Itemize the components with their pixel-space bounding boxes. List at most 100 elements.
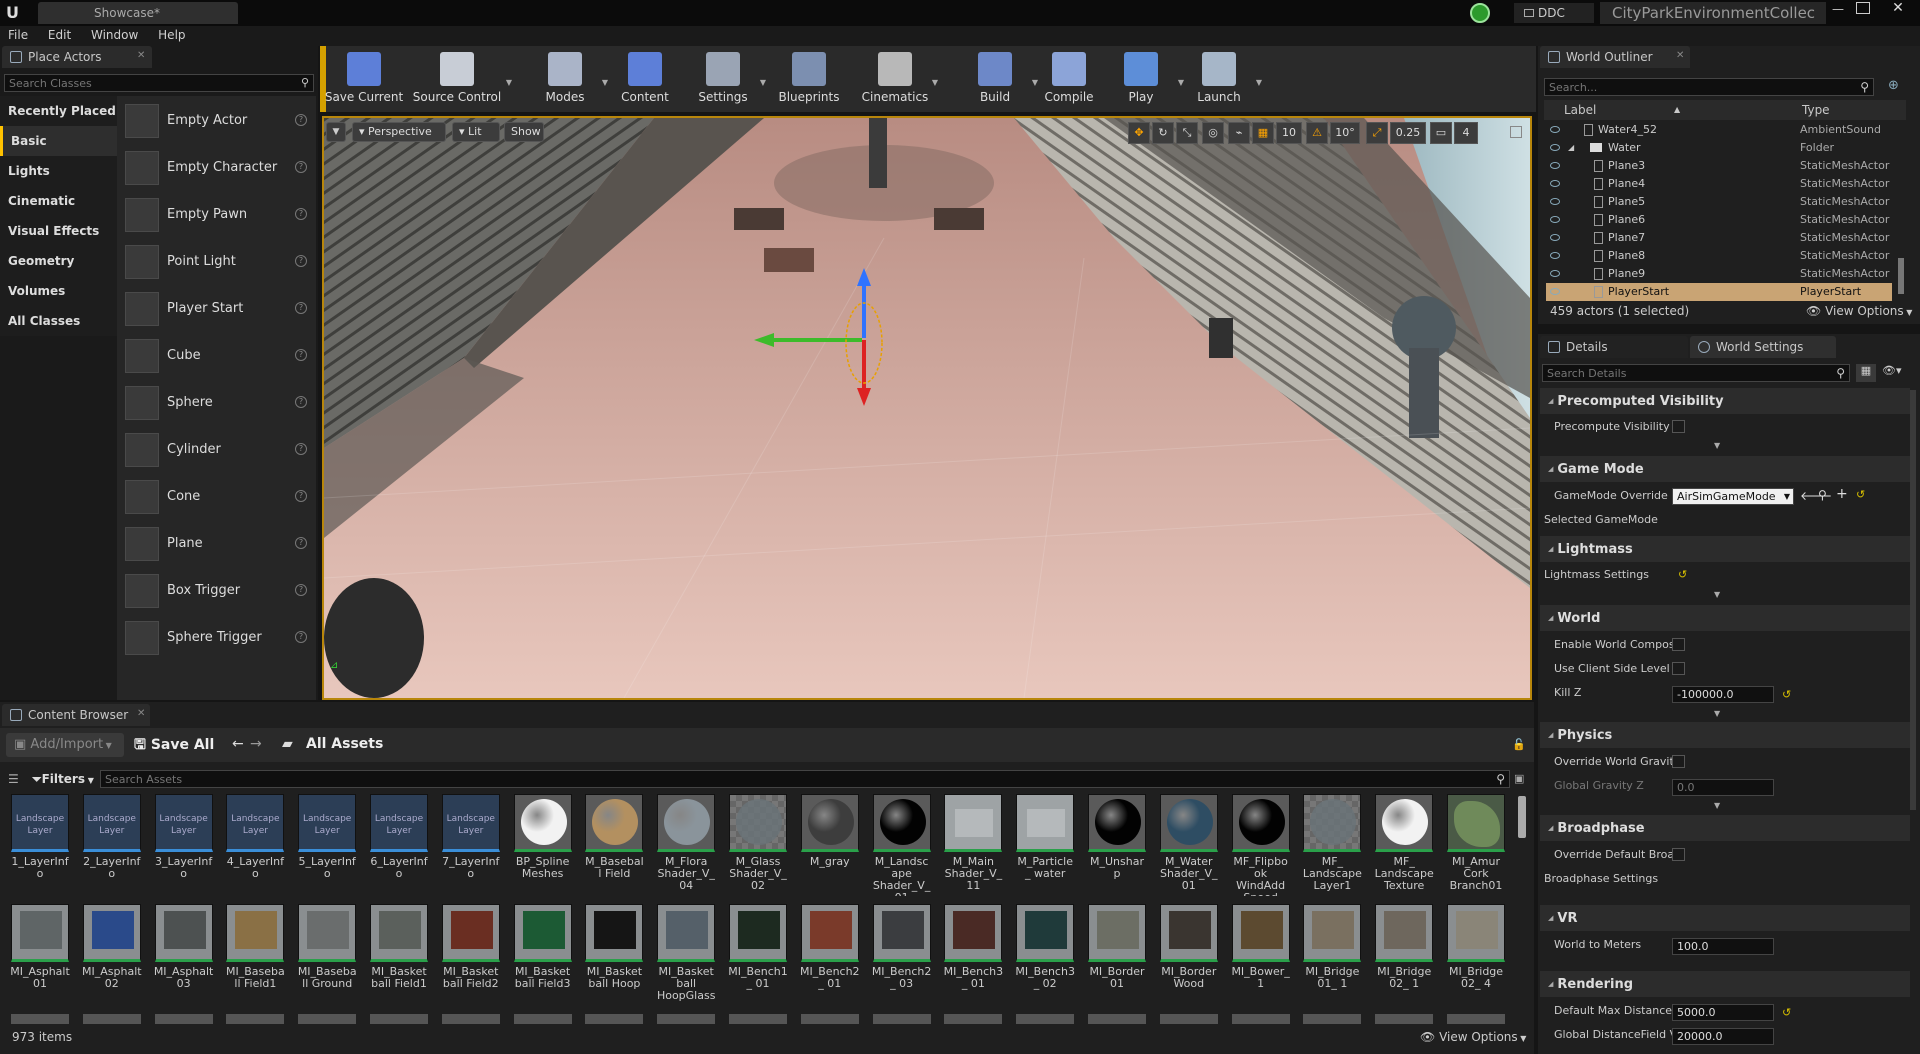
toolbar-cinematics-button[interactable]: Cinematics ▼ [860,48,938,108]
asset-tile-partial[interactable] [585,1014,644,1024]
rotation-snap-value[interactable]: 10° [1330,122,1360,144]
details-eye-icon[interactable]: 👁▾ [1882,364,1906,382]
toolbar-content-button[interactable]: Content [610,48,680,108]
save-all-button[interactable]: 🖫 Save All [134,733,214,757]
asset-tile-partial[interactable] [82,1014,141,1024]
expand-advanced-icon[interactable]: ▼ [1714,590,1720,599]
outliner-row[interactable]: Water4_52 AmbientSound [1546,121,1892,139]
cb-view-options[interactable]: 👁 View Options ▼ [1420,1030,1526,1044]
asset-tile[interactable]: MI_Border Wood [1159,904,1219,1006]
add-icon[interactable]: + [1836,486,1848,502]
asset-tile[interactable]: MI_Bridge01_ 1 [1302,904,1362,1006]
outliner-search[interactable]: ⚲ [1544,78,1874,96]
level-viewport[interactable]: ⊿ [322,116,1532,700]
asset-search-input[interactable] [101,771,1481,787]
camera-speed-value[interactable]: 4 [1454,122,1478,144]
help-icon[interactable]: ? [295,349,307,361]
actor-item[interactable]: Cube? [123,335,311,377]
precompute-visibility-checkbox[interactable] [1672,420,1685,433]
visibility-eye-icon[interactable] [1550,144,1560,151]
tab-world-settings[interactable]: World Settings [1690,336,1836,358]
close-tab-icon[interactable]: ✕ [137,708,145,719]
asset-search[interactable]: ⚲ [100,770,1510,788]
help-icon[interactable]: ? [295,396,307,408]
asset-tile[interactable]: MI_Amur Cork Branch01 [1446,794,1506,896]
reset-to-default-icon[interactable]: ↺ [1678,568,1687,581]
camera-speed-icon[interactable]: ▭ [1430,122,1452,144]
asset-tile[interactable]: MI_Bench1_ 01 [728,904,788,1006]
asset-tile[interactable]: M_Unsharp [1087,794,1147,896]
actor-item[interactable]: Empty Character? [123,147,311,189]
translate-mode-icon[interactable]: ✥ [1128,122,1150,144]
asset-tile-partial[interactable] [729,1014,787,1024]
category-volumes[interactable]: Volumes [0,276,117,306]
toolbar-compile-button[interactable]: Compile [1034,48,1104,108]
asset-tile[interactable]: M_Water Shader_V_01 [1159,794,1219,896]
rotate-mode-icon[interactable]: ↻ [1152,122,1174,144]
details-search-input[interactable] [1543,365,1823,381]
add-import-button[interactable]: ▣ Add/Import ▼ [6,733,124,757]
asset-tile-partial[interactable] [513,1014,572,1024]
outliner-scrollbar[interactable] [1898,258,1904,294]
category-all-classes[interactable]: All Classes [0,306,117,336]
chevron-down-icon[interactable]: ▼ [602,78,608,87]
level-tab[interactable]: Showcase* [38,2,238,24]
section-physics[interactable]: Physics [1540,722,1910,748]
property-matrix-icon[interactable]: ▦ [1856,364,1876,382]
prop-selected-gamemode[interactable]: Selected GameMode [1540,508,1910,532]
outliner-row[interactable]: Plane4 StaticMeshActor [1546,175,1892,193]
visibility-eye-icon[interactable] [1550,198,1560,205]
source-control-status-icon[interactable] [1470,3,1490,23]
asset-tile-partial[interactable] [1447,1014,1505,1024]
help-icon[interactable]: ? [295,161,307,173]
expand-advanced-icon[interactable]: ▼ [1714,441,1720,450]
asset-tile-partial[interactable] [1231,1014,1290,1024]
asset-tile[interactable]: MI_Asphalt02 [82,904,142,1006]
asset-tile[interactable]: MI_Bridge02_ 1 [1374,904,1434,1006]
asset-tile-partial[interactable] [1088,1014,1146,1024]
lock-icon[interactable]: 🔓 [1512,738,1526,751]
section-game-mode[interactable]: Game Mode [1540,456,1910,482]
column-type[interactable]: Type [1802,100,1830,120]
category-cinematic[interactable]: Cinematic [0,186,117,216]
asset-tile[interactable]: M_Glass Shader_V_02 [728,794,788,896]
asset-tile[interactable]: MI_Basketball Hoop [584,904,644,1006]
reset-to-default-icon[interactable]: ↺ [1782,1006,1791,1019]
kill-z-input[interactable]: -100000.0 [1672,686,1774,703]
visibility-eye-icon[interactable] [1550,270,1560,277]
actor-item[interactable]: Cone? [123,476,311,518]
asset-tile[interactable]: MI_Asphalt03 [154,904,214,1006]
global-gravity-input[interactable]: 0.0 [1672,779,1774,796]
asset-tile-partial[interactable] [154,1014,213,1024]
actor-item[interactable]: Empty Pawn? [123,194,311,236]
perspective-button[interactable]: ▾ Perspective [352,122,446,142]
category-geometry[interactable]: Geometry [0,246,117,276]
asset-tile[interactable]: MI_Bench3_ 02 [1015,904,1075,1006]
chevron-down-icon[interactable]: ▼ [760,78,766,87]
asset-tile-partial[interactable] [1303,1014,1362,1024]
visibility-eye-icon[interactable] [1550,252,1560,259]
scale-snap-icon[interactable]: ⤢ [1366,122,1388,144]
asset-tile[interactable]: M_Baseball Field [584,794,644,896]
help-icon[interactable]: ? [295,584,307,596]
visibility-eye-icon[interactable] [1550,162,1560,169]
tab-details[interactable]: Details [1540,336,1688,358]
visibility-eye-icon[interactable] [1550,216,1560,223]
visibility-eye-icon[interactable] [1550,180,1560,187]
asset-tile[interactable]: MF_Flipbook WindAdd Speed [1231,794,1291,896]
outliner-row[interactable]: PlayerStart PlayerStart [1546,283,1892,301]
help-icon[interactable]: ? [295,490,307,502]
asset-tile[interactable]: MI_Bench2_ 01 [800,904,860,1006]
asset-tile[interactable]: MI_Bench2_ 03 [872,904,932,1006]
path-all-assets[interactable]: All Assets [306,736,383,752]
filters-button[interactable]: ⏷Filters ▼ [32,770,94,788]
expand-arrow-icon[interactable]: ◢ [1568,139,1574,157]
override-gravity-checkbox[interactable] [1672,755,1685,768]
actor-item[interactable]: Sphere? [123,382,311,424]
default-max-distance-input[interactable]: 5000.0 [1672,1004,1774,1021]
category-recently-placed[interactable]: Recently Placed [0,96,117,126]
toolbar-modes-button[interactable]: Modes ▼ [530,48,608,108]
tab-content-browser[interactable]: Content Browser [2,704,150,726]
category-basic[interactable]: Basic [0,126,117,156]
chevron-down-icon[interactable]: ▼ [506,78,512,87]
